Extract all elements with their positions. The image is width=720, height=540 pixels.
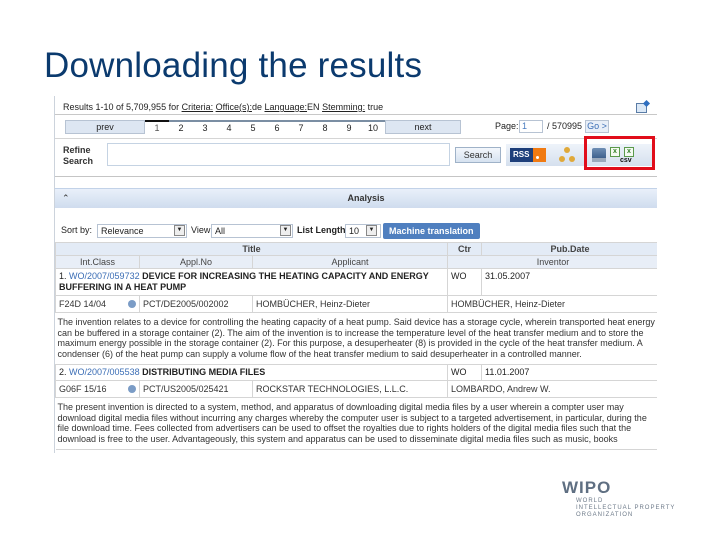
- page-link-2[interactable]: 2: [169, 120, 193, 134]
- edit-query-icon[interactable]: [636, 103, 647, 113]
- table-row: 1. WO/2007/059732 DEVICE FOR INCREASING …: [55, 268, 657, 296]
- table-row: F24D 14/04 PCT/DE2005/002002 HOMBÜCHER, …: [55, 295, 657, 313]
- result-ctr: WO: [447, 364, 483, 381]
- criteria-link[interactable]: Criteria:: [182, 102, 214, 112]
- go-button[interactable]: Go >: [585, 120, 609, 133]
- result-link[interactable]: WO/2007/059732: [69, 271, 140, 281]
- result-applno: PCT/US2005/025421: [139, 380, 253, 398]
- result-intclass: F24D 14/04: [55, 295, 140, 313]
- result-link[interactable]: WO/2007/005538: [69, 367, 140, 377]
- info-icon[interactable]: [128, 385, 136, 393]
- result-pubdate: 11.01.2007: [481, 364, 657, 381]
- view-label: View:: [191, 225, 213, 235]
- rss-wave-icon: [533, 148, 546, 162]
- page-link-10[interactable]: 10: [361, 120, 385, 134]
- result-abstract: The present invention is directed to a s…: [55, 397, 657, 450]
- result-abstract: The invention relates to a device for co…: [55, 312, 657, 365]
- results-table: Title Ctr Pub.Date Int.Class Appl.No App…: [55, 242, 657, 450]
- table-header-row: Title Ctr Pub.Date: [55, 242, 657, 256]
- download-highlight-box: [584, 136, 655, 170]
- wipo-logo-text: WIPO: [562, 478, 612, 497]
- page-link-8[interactable]: 8: [313, 120, 337, 134]
- result-intclass: G06F 15/16: [55, 380, 140, 398]
- page-link-9[interactable]: 9: [337, 120, 361, 134]
- result-title: 1. WO/2007/059732 DEVICE FOR INCREASING …: [55, 268, 449, 296]
- chevron-down-icon[interactable]: ▼: [280, 225, 291, 236]
- result-ctr: WO: [447, 268, 483, 296]
- page-label: Page:: [495, 121, 519, 131]
- info-icon[interactable]: [128, 300, 136, 308]
- result-inventor: LOMBARDO, Andrew W.: [447, 380, 657, 398]
- column-header-applicant[interactable]: Applicant: [251, 255, 449, 269]
- chevron-down-icon[interactable]: ▼: [366, 225, 377, 236]
- table-row: The invention relates to a device for co…: [55, 312, 657, 365]
- page-link-3[interactable]: 3: [193, 120, 217, 134]
- result-pubdate: 31.05.2007: [481, 268, 657, 296]
- sort-by-label: Sort by:: [61, 225, 93, 235]
- table-row: G06F 15/16 PCT/US2005/025421 ROCKSTAR TE…: [55, 380, 657, 398]
- page-number-input[interactable]: 1: [519, 120, 543, 133]
- slide-title: Downloading the results: [44, 46, 423, 85]
- refine-search-label: Refine Search: [63, 145, 94, 166]
- search-button[interactable]: Search: [455, 147, 501, 163]
- machine-translation-button[interactable]: Machine translation: [383, 223, 480, 239]
- divider: [55, 176, 657, 177]
- result-applicant: HOMBÜCHER, Heinz-Dieter: [251, 295, 449, 313]
- analysis-panel-header[interactable]: ⌃ Analysis: [55, 188, 657, 208]
- result-applno: PCT/DE2005/002002: [139, 295, 253, 313]
- result-applicant: ROCKSTAR TECHNOLOGIES, L.L.C.: [251, 380, 449, 398]
- page-link-4[interactable]: 4: [217, 120, 241, 134]
- page-link-7[interactable]: 7: [289, 120, 313, 134]
- wipo-logo: WIPO WORLD INTELLECTUAL PROPERTY ORGANIZ…: [562, 478, 676, 518]
- table-subheader-row: Int.Class Appl.No Applicant Inventor: [55, 255, 657, 269]
- page-total: / 570995: [547, 121, 583, 131]
- results-summary: Results 1-10 of 5,709,955 for Criteria: …: [63, 102, 384, 112]
- column-header-applno[interactable]: Appl.No: [139, 255, 253, 269]
- column-header-inventor[interactable]: Inventor: [447, 255, 657, 269]
- result-inventor: HOMBÜCHER, Heinz-Dieter: [447, 295, 657, 313]
- table-row: The present invention is directed to a s…: [55, 397, 657, 450]
- prev-page-button[interactable]: prev: [65, 120, 145, 134]
- result-title: 2. WO/2007/005538 DISTRIBUTING MEDIA FIL…: [55, 364, 449, 381]
- patentscope-results-screenshot: Results 1-10 of 5,709,955 for Criteria: …: [54, 96, 657, 453]
- page-link-1[interactable]: 1: [145, 120, 169, 134]
- column-header-ctr[interactable]: Ctr: [447, 242, 483, 256]
- divider: [55, 138, 657, 139]
- page-link-5[interactable]: 5: [241, 120, 265, 134]
- page-link-6[interactable]: 6: [265, 120, 289, 134]
- refine-search-input[interactable]: [107, 143, 450, 166]
- analysis-label: Analysis: [347, 193, 385, 203]
- column-header-title[interactable]: Title: [55, 242, 449, 256]
- next-page-button[interactable]: next: [385, 120, 461, 134]
- column-header-intclass[interactable]: Int.Class: [55, 255, 140, 269]
- stemming-link[interactable]: Stemming:: [322, 102, 365, 112]
- language-link[interactable]: Language:: [264, 102, 307, 112]
- chevron-down-icon[interactable]: ▼: [174, 225, 185, 236]
- rss-feed-icon[interactable]: RSS: [510, 148, 546, 162]
- network-analysis-icon[interactable]: [559, 147, 575, 163]
- table-row: 2. WO/2007/005538 DISTRIBUTING MEDIA FIL…: [55, 364, 657, 381]
- column-header-pubdate[interactable]: Pub.Date: [481, 242, 657, 256]
- office-link[interactable]: Office(s):: [216, 102, 252, 112]
- pagination: prev 1 2 3 4 5 6 7 8 9 10 next: [65, 120, 461, 134]
- divider: [55, 114, 657, 115]
- list-length-label: List Length: [297, 225, 346, 235]
